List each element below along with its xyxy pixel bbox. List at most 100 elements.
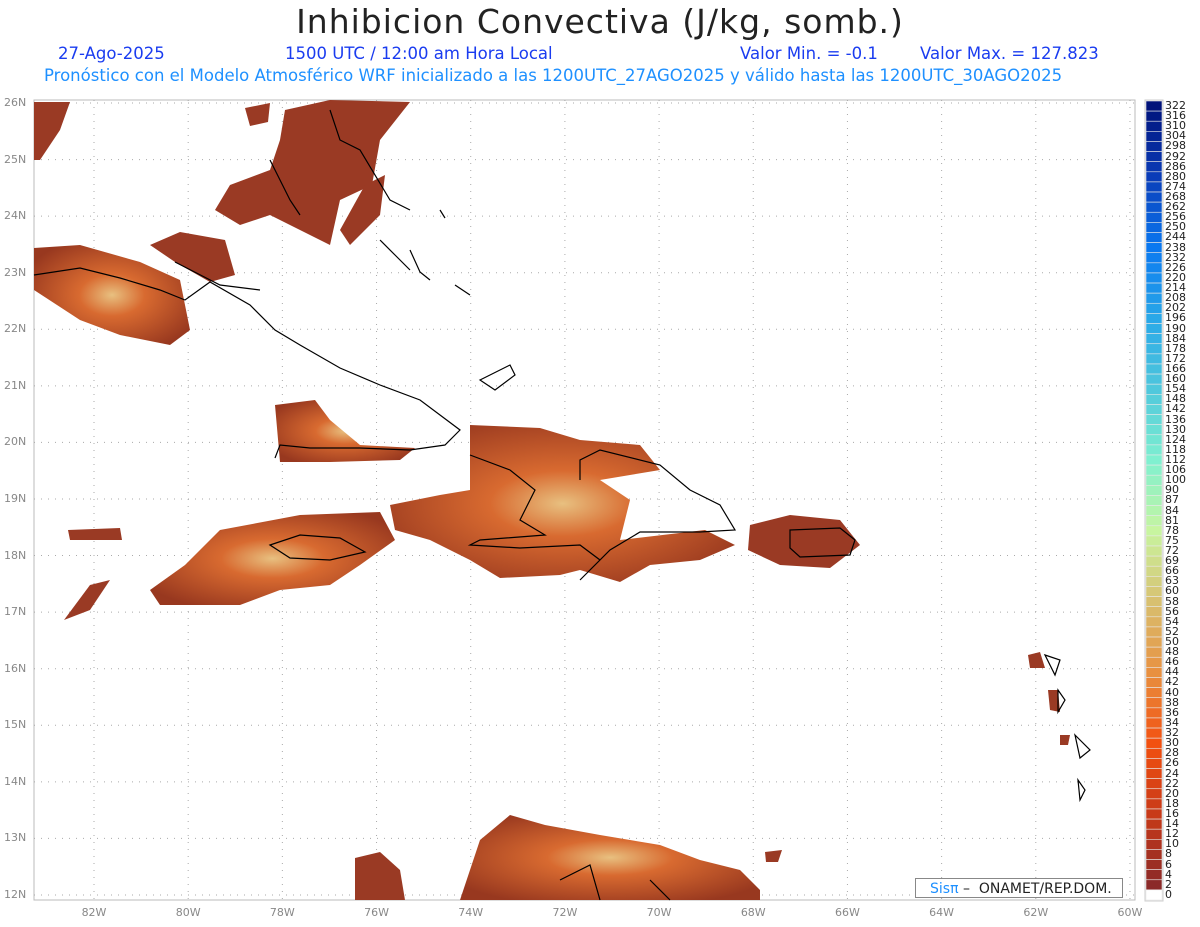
colorbar-swatch	[1145, 131, 1163, 142]
colorbar-swatch	[1145, 323, 1163, 334]
lat-label: 21N	[4, 378, 27, 392]
colorbar-swatch	[1145, 798, 1163, 810]
map-title: Inhibicion Convectiva (J/kg, somb.)	[296, 2, 904, 41]
colorbar-swatch	[1145, 747, 1163, 759]
colorbar-swatch	[1145, 161, 1163, 173]
colorbar-swatch	[1145, 383, 1163, 395]
colorbar-swatch	[1145, 879, 1163, 891]
colorbar-swatch	[1145, 201, 1163, 213]
colorbar-swatch	[1145, 565, 1163, 577]
colorbar-swatch	[1145, 717, 1163, 729]
colorbar-swatch	[1145, 768, 1163, 779]
colorbar-swatch	[1145, 343, 1163, 355]
colorbar-swatch	[1145, 191, 1163, 203]
colorbar-swatch	[1145, 869, 1163, 881]
colorbar-swatch	[1145, 525, 1163, 537]
colorbar-swatch	[1145, 211, 1163, 223]
lat-label: 14N	[4, 774, 27, 788]
colorbar-swatch	[1145, 120, 1163, 132]
value-min: Valor Min. = -0.1	[740, 44, 878, 63]
colorbar-swatch	[1145, 434, 1163, 446]
colorbar-swatch	[1145, 859, 1163, 870]
lat-label: 18N	[4, 548, 27, 562]
colorbar-swatch	[1145, 828, 1163, 840]
lat-label: 15N	[4, 718, 27, 732]
colorbar-swatch	[1145, 262, 1163, 274]
colorbar-swatch	[1145, 626, 1163, 638]
colorbar-swatch	[1145, 404, 1163, 415]
colorbar-swatch	[1145, 758, 1163, 769]
lon-label: 76W	[364, 906, 389, 919]
colorbar-swatch	[1145, 697, 1163, 709]
lon-label: 66W	[835, 906, 860, 919]
lat-label: 13N	[4, 831, 27, 845]
colorbar-label: 0	[1165, 887, 1172, 901]
lon-label: 62W	[1023, 906, 1049, 919]
colorbar-swatch	[1145, 616, 1163, 628]
lat-label: 19N	[4, 491, 27, 505]
colorbar-swatch	[1145, 454, 1163, 466]
colorbar-swatch	[1145, 171, 1163, 183]
weather-map-figure: Inhibicion Convectiva (J/kg, somb.) 27-A…	[0, 0, 1200, 927]
colorbar-swatch	[1145, 596, 1163, 607]
colorbar-swatch	[1145, 636, 1163, 648]
colorbar-swatch	[1145, 242, 1163, 254]
colorbar-swatch	[1145, 535, 1163, 547]
lon-label: 78W	[269, 906, 295, 919]
credit-brand: Sisπ	[930, 881, 959, 897]
lat-label: 20N	[4, 435, 27, 449]
colorbar-swatch	[1145, 151, 1163, 162]
colorbar-swatch	[1145, 555, 1163, 567]
value-max: Valor Max. = 127.823	[920, 44, 1099, 63]
colorbar-swatch	[1145, 424, 1163, 436]
lon-label: 68W	[740, 906, 766, 919]
lat-label: 22N	[4, 322, 27, 336]
colorbar-swatch	[1145, 576, 1163, 587]
colorbar-swatch	[1145, 646, 1163, 658]
colorbar-swatch	[1145, 232, 1163, 243]
colorbar-swatch	[1145, 515, 1163, 527]
lat-label: 26N	[4, 96, 27, 109]
colorbar-swatch	[1145, 677, 1163, 688]
lon-label: 82W	[81, 906, 107, 919]
colorbar-swatch	[1145, 505, 1163, 516]
colorbar-swatch	[1145, 302, 1163, 314]
colorbar-swatch	[1145, 282, 1163, 294]
colorbar-swatch	[1145, 485, 1163, 496]
colorbar-swatch	[1145, 313, 1163, 324]
colorbar-swatch	[1145, 464, 1163, 476]
lon-label: 80W	[175, 906, 201, 919]
colorbar-swatch	[1145, 707, 1163, 719]
colorbar	[1144, 99, 1164, 902]
colorbar-swatch	[1145, 818, 1163, 830]
lon-label: 60W	[1117, 906, 1143, 919]
colorbar-swatch	[1145, 495, 1163, 506]
credit-text: – ONAMET/REP.DOM.	[958, 881, 1112, 897]
credit-box: Sisπ – ONAMET/REP.DOM.	[915, 878, 1123, 898]
colorbar-swatch	[1145, 141, 1163, 152]
colorbar-swatch	[1145, 252, 1163, 264]
colorbar-swatch	[1145, 839, 1163, 850]
colorbar-swatch	[1145, 545, 1163, 557]
forecast-date: 27-Ago-2025	[58, 44, 165, 63]
lat-label: 25N	[4, 152, 27, 166]
colorbar-swatch	[1145, 889, 1163, 901]
colorbar-swatch	[1145, 292, 1163, 304]
colorbar-swatch	[1145, 373, 1163, 385]
colorbar-swatch	[1145, 727, 1163, 739]
colorbar-swatch	[1145, 586, 1163, 597]
lat-label: 16N	[4, 661, 27, 675]
lon-label: 70W	[646, 906, 672, 919]
colorbar-swatch	[1145, 656, 1163, 668]
lat-label: 17N	[4, 605, 27, 619]
colorbar-swatch	[1145, 808, 1163, 820]
colorbar-swatch	[1145, 394, 1163, 405]
colorbar-swatch	[1145, 687, 1163, 699]
colorbar-swatch	[1145, 353, 1163, 365]
lon-label: 64W	[929, 906, 955, 919]
colorbar-swatch	[1145, 222, 1163, 233]
lat-label: 12N	[4, 887, 27, 901]
lat-label: 23N	[4, 265, 27, 279]
colorbar-swatch	[1145, 414, 1163, 425]
colorbar-swatch	[1145, 444, 1163, 456]
